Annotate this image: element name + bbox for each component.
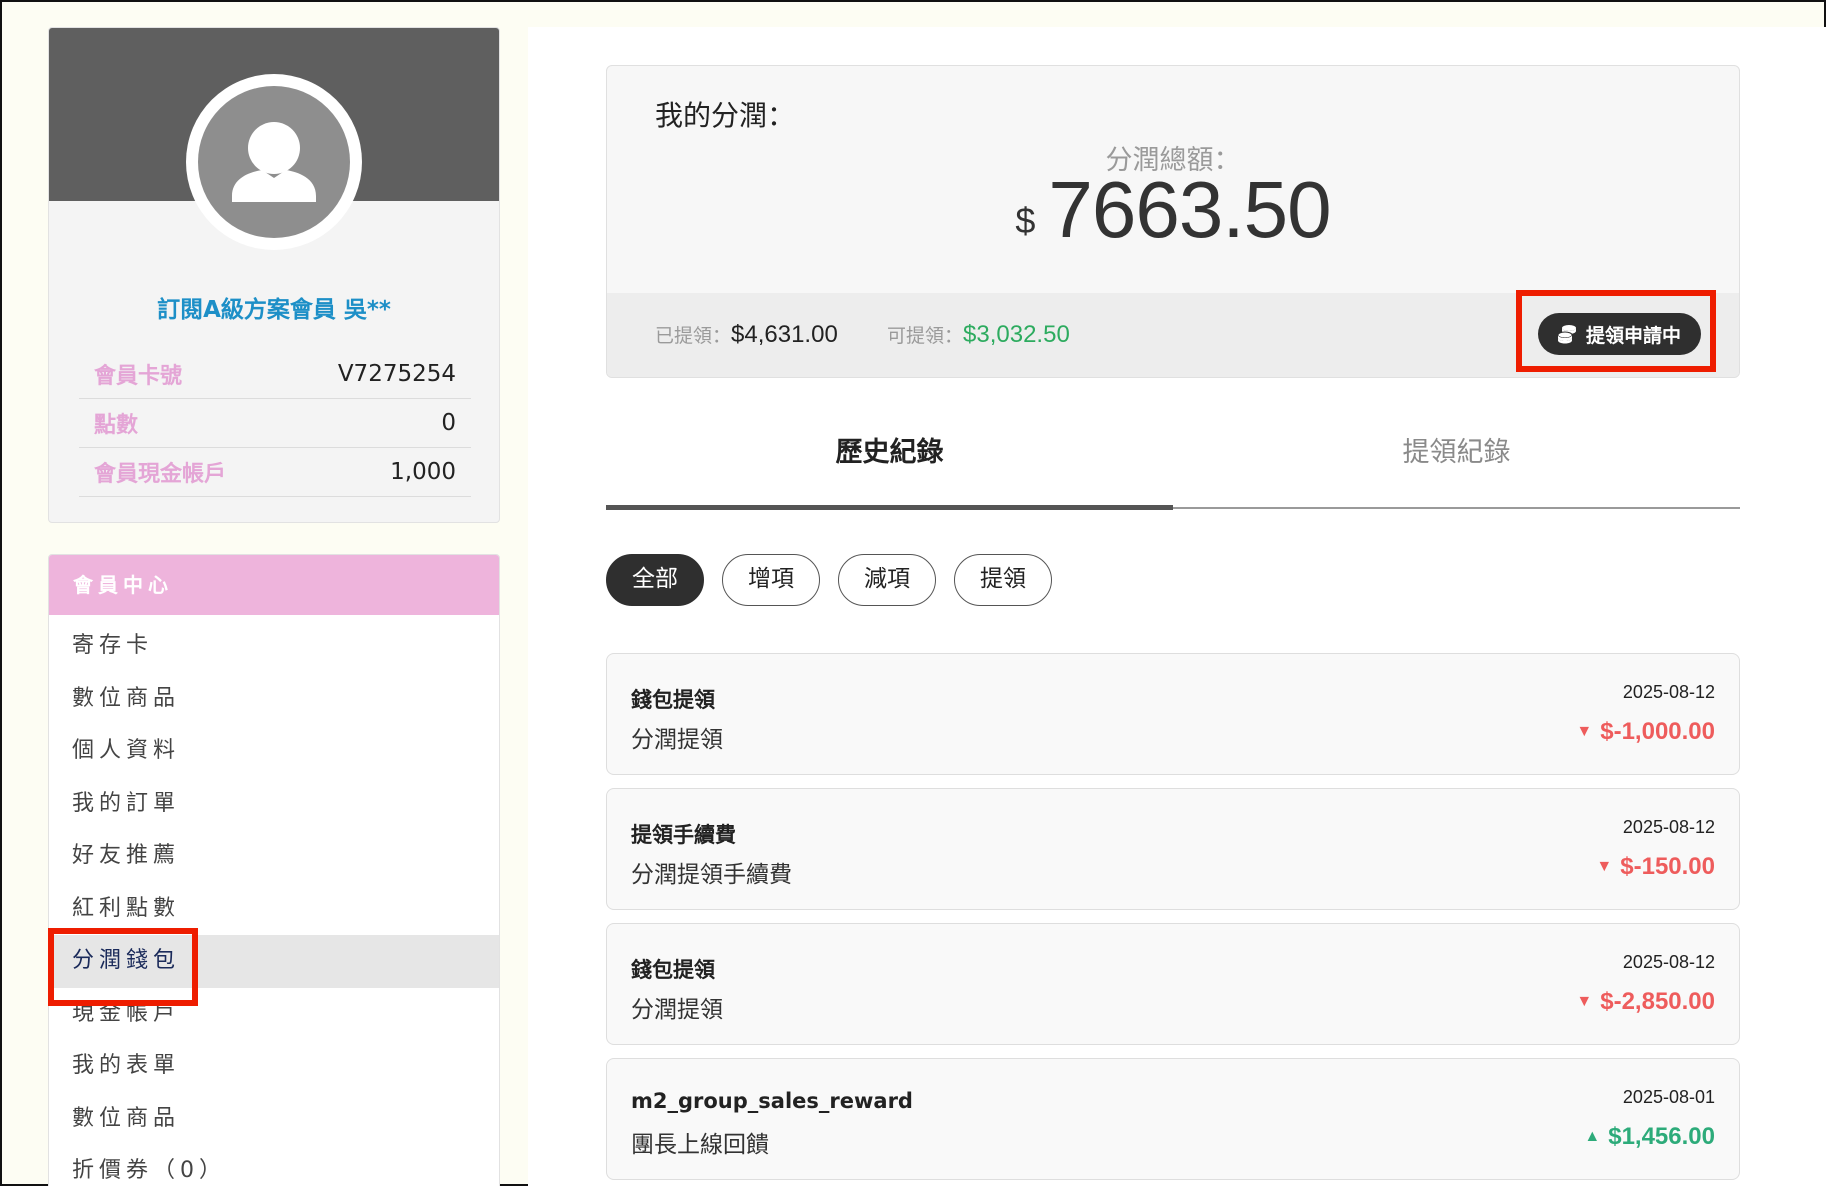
cash-account-value: 1,000 [390, 459, 456, 485]
record-amount: ▼ $-150.00 [1596, 853, 1715, 881]
summary-title: 我的分潤： [655, 99, 796, 132]
record-description: 分潤提領 [631, 727, 723, 753]
menu-item-digital-goods-2[interactable]: 數位商品 [49, 1093, 499, 1146]
record-amount-value: $-1,000.00 [1600, 718, 1715, 745]
main-panel: 我的分潤： 分潤總額： $7663.50 已提領：$4,631.00 可提領：$… [528, 27, 1826, 1186]
currency-symbol: $ [1015, 200, 1035, 241]
filter-withdraw[interactable]: 提領 [954, 554, 1052, 606]
menu-item-my-orders[interactable]: 我的訂單 [49, 778, 499, 831]
available-label: 可提領： [887, 325, 964, 347]
record-amount-value: $-150.00 [1620, 853, 1715, 880]
record-title: 提領手續費 [631, 823, 736, 847]
record-date: 2025-08-12 [1622, 952, 1715, 972]
list-item[interactable]: 提領手續費 分潤提領手續費 2025-08-12 ▼ $-150.00 [606, 788, 1740, 910]
member-info-table: 會員卡號 V7275254 點數 0 會員現金帳戶 1,000 [79, 350, 471, 497]
withdraw-request-button[interactable]: 提領申請中 [1537, 313, 1701, 355]
record-description: 分潤提領 [631, 997, 723, 1023]
record-date: 2025-08-01 [1622, 1087, 1715, 1107]
filter-decrease[interactable]: 減項 [838, 554, 936, 606]
info-row-cash-account: 會員現金帳戶 1,000 [79, 448, 471, 497]
total-amount: 7663.50 [1048, 165, 1331, 254]
record-amount: ▼ $-2,850.00 [1576, 988, 1715, 1016]
record-date: 2025-08-12 [1622, 682, 1715, 702]
menu-item-digital-goods[interactable]: 數位商品 [49, 673, 499, 726]
menu-item-stored-card[interactable]: 寄存卡 [49, 620, 499, 673]
info-row-points: 點數 0 [79, 399, 471, 448]
menu-item-profile[interactable]: 個人資料 [49, 725, 499, 778]
record-amount-value: $1,456.00 [1608, 1123, 1715, 1150]
info-row-card-number: 會員卡號 V7275254 [79, 350, 471, 399]
withdrawn-amount: $4,631.00 [731, 321, 838, 348]
caret-up-icon: ▲ [1584, 1128, 1601, 1145]
record-title: 錢包提領 [631, 958, 715, 982]
summary-bar: 已提領：$4,631.00 可提領：$3,032.50 提領申請中 [607, 293, 1739, 377]
record-tabs: 歷史紀錄 提領紀錄 [606, 405, 1740, 531]
menu-item-referral[interactable]: 好友推薦 [49, 830, 499, 883]
record-description: 團長上線回饋 [631, 1132, 769, 1158]
filter-all[interactable]: 全部 [606, 554, 704, 606]
caret-down-icon: ▼ [1596, 858, 1613, 875]
record-amount: ▲ $1,456.00 [1584, 1123, 1715, 1151]
withdrawn-label: 已提領： [655, 325, 732, 347]
record-amount: ▼ $-1,000.00 [1576, 718, 1715, 746]
card-number-label: 會員卡號 [94, 364, 183, 389]
withdrawn-stat: 已提領：$4,631.00 [655, 321, 838, 349]
tab-history[interactable]: 歷史紀錄 [606, 405, 1173, 531]
card-number-value: V7275254 [337, 361, 456, 387]
caret-down-icon: ▼ [1576, 723, 1593, 740]
cash-account-label: 會員現金帳戶 [94, 462, 227, 487]
profile-card: 訂閱A級方案會員 吳** 會員卡號 V7275254 點數 0 會員現金帳戶 1… [48, 27, 500, 523]
menu-header: 會員中心 [49, 555, 499, 615]
caret-down-icon: ▼ [1576, 993, 1593, 1010]
record-amount-value: $-2,850.00 [1600, 988, 1715, 1015]
points-value: 0 [441, 410, 456, 436]
user-silhouette-icon [232, 122, 316, 202]
menu-item-my-forms[interactable]: 我的表單 [49, 1040, 499, 1093]
points-label: 點數 [94, 413, 139, 438]
menu-item-bonus-points[interactable]: 紅利點數 [49, 883, 499, 936]
menu-item-profit-wallet[interactable]: 分潤錢包 [49, 935, 499, 988]
menu-item-cash-account[interactable]: 現金帳戶 [49, 988, 499, 1041]
available-stat: 可提領：$3,032.50 [887, 321, 1070, 349]
tab-withdraw-records[interactable]: 提領紀錄 [1173, 405, 1740, 531]
record-title: m2_group_sales_reward [631, 1089, 913, 1113]
tab-active-indicator [606, 505, 1173, 510]
member-center-menu: 會員中心 寄存卡 數位商品 個人資料 我的訂單 好友推薦 紅利點數 分潤錢包 現… [48, 554, 500, 1186]
total-amount-display: $7663.50 [607, 164, 1739, 256]
profit-summary-card: 我的分潤： 分潤總額： $7663.50 已提領：$4,631.00 可提領：$… [606, 65, 1740, 378]
avatar-frame [186, 74, 362, 250]
avatar[interactable] [198, 86, 350, 238]
filter-chips: 全部 增項 減項 提領 [606, 554, 1052, 606]
withdraw-button-label: 提領申請中 [1585, 324, 1681, 347]
list-item[interactable]: m2_group_sales_reward 團長上線回饋 2025-08-01 … [606, 1058, 1740, 1180]
coins-icon [1557, 325, 1576, 344]
filter-increase[interactable]: 增項 [722, 554, 820, 606]
record-description: 分潤提領手續費 [631, 862, 792, 888]
list-item[interactable]: 錢包提領 分潤提領 2025-08-12 ▼ $-2,850.00 [606, 923, 1740, 1045]
record-title: 錢包提領 [631, 688, 715, 712]
record-list: 錢包提領 分潤提領 2025-08-12 ▼ $-1,000.00 提領手續費 分… [606, 653, 1740, 1186]
record-date: 2025-08-12 [1622, 817, 1715, 837]
list-item[interactable]: 錢包提領 分潤提領 2025-08-12 ▼ $-1,000.00 [606, 653, 1740, 775]
available-amount: $3,032.50 [963, 321, 1070, 348]
menu-list: 寄存卡 數位商品 個人資料 我的訂單 好友推薦 紅利點數 分潤錢包 現金帳戶 我… [49, 615, 499, 1186]
menu-item-coupons[interactable]: 折價券（0） [49, 1145, 499, 1186]
member-name: 訂閱A級方案會員 吳** [157, 297, 391, 323]
